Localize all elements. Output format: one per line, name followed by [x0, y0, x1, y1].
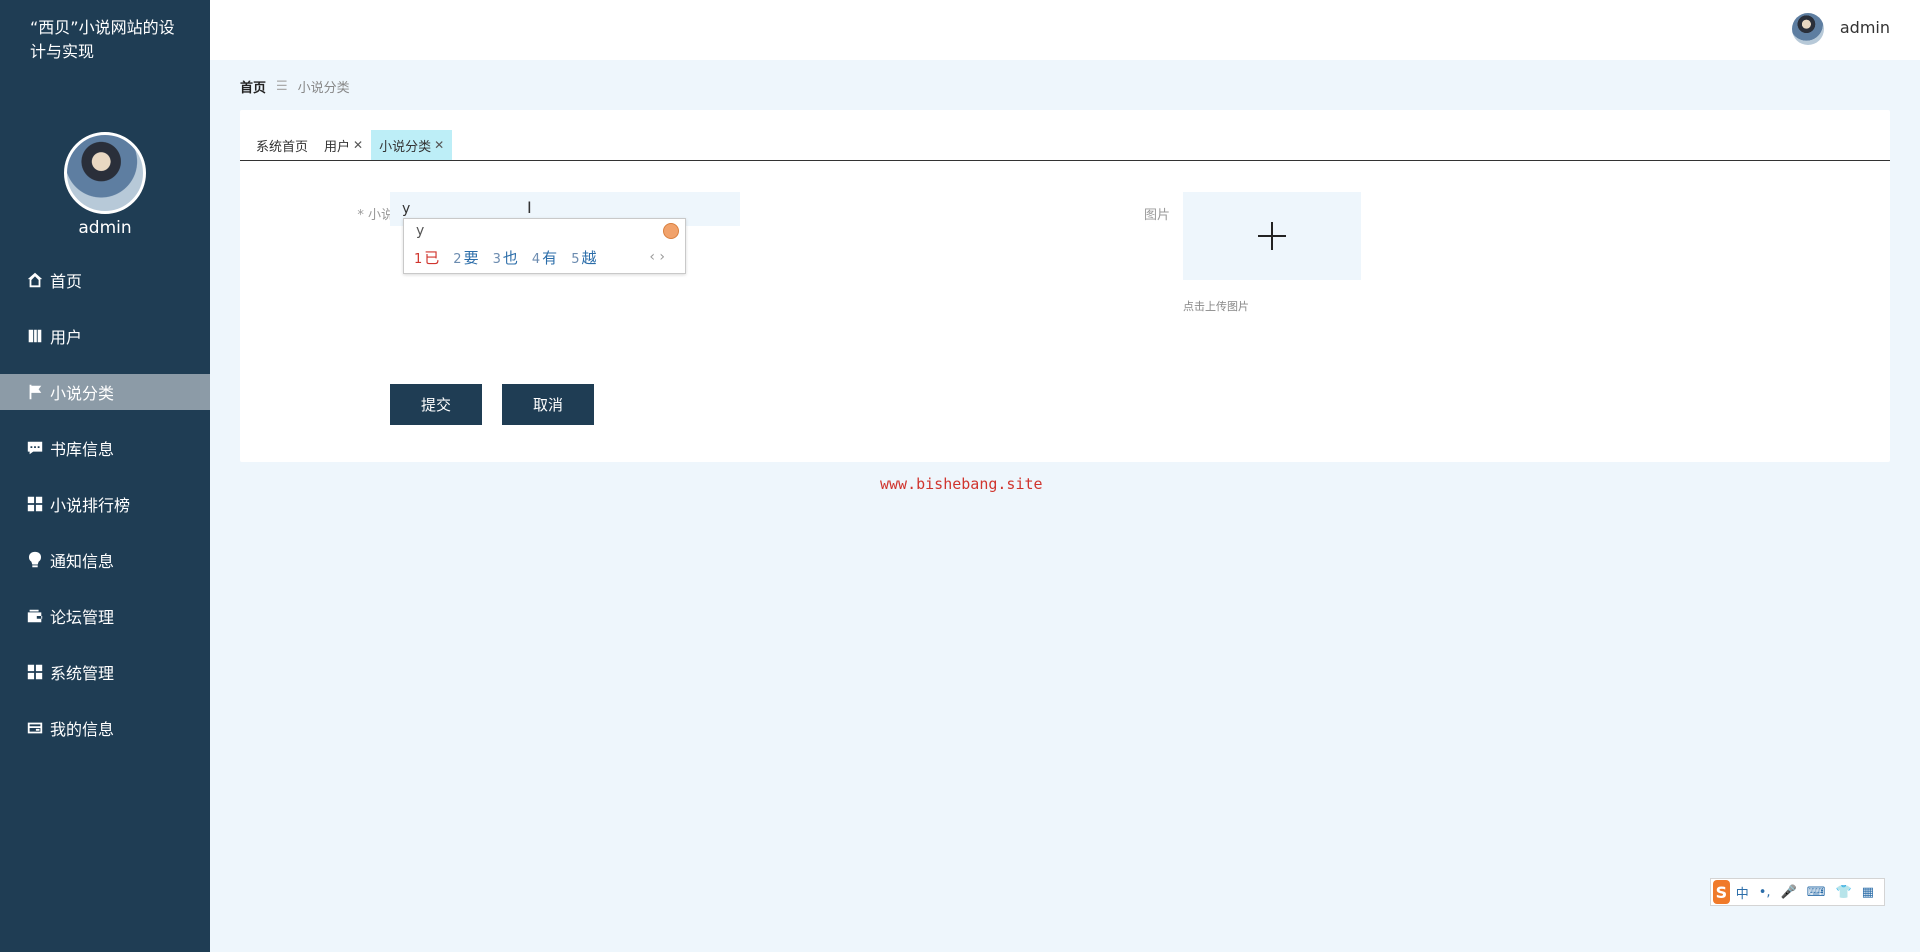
breadcrumb-current: 小说分类 — [297, 81, 350, 96]
chat-icon — [24, 437, 46, 459]
skin-icon[interactable]: 👕 — [1836, 885, 1852, 900]
header-username[interactable]: admin — [1840, 18, 1890, 37]
cancel-button[interactable]: 取消 — [502, 384, 594, 425]
sidebar-username: admin — [78, 218, 132, 238]
tab-bar: 系统首页 用户 ✕ 小说分类 ✕ — [240, 128, 1890, 161]
sidebar-item-label: 我的信息 — [50, 720, 115, 739]
ime-candidate[interactable]: 4有 — [532, 247, 557, 268]
sidebar-item-label: 论坛管理 — [50, 608, 115, 627]
image-upload-button[interactable] — [1183, 192, 1361, 280]
sidebar-item-profile[interactable]: 我的信息 — [0, 710, 210, 746]
sidebar-item-label: 小说分类 — [50, 384, 115, 403]
sidebar-avatar[interactable] — [64, 132, 146, 214]
microphone-icon[interactable]: 🎤 — [1781, 885, 1797, 900]
ime-candidate[interactable]: 5越 — [571, 247, 596, 268]
ime-candidates: 1已 2要 3也 4有 5越 — [414, 247, 610, 268]
app-title: “西贝”小说网站的设计与实现 — [30, 18, 175, 61]
breadcrumb-home[interactable]: 首页 — [240, 77, 266, 96]
sidebar-item-library[interactable]: 书库信息 — [0, 430, 210, 466]
grid-icon — [24, 661, 46, 683]
card-icon — [24, 717, 46, 739]
tab-users[interactable]: 用户 ✕ — [316, 130, 371, 160]
ime-page-nav[interactable]: ‹ › — [649, 249, 665, 265]
image-label: 图片 — [1143, 208, 1170, 223]
ime-pinyin: y — [416, 223, 425, 239]
wallet-icon — [24, 605, 46, 627]
ime-candidate[interactable]: 2要 — [453, 247, 478, 268]
avatar[interactable] — [1792, 13, 1824, 45]
close-icon[interactable]: ✕ — [434, 138, 444, 152]
breadcrumb-separator-icon: ☰ — [276, 79, 288, 94]
tab-label: 系统首页 — [256, 139, 309, 155]
sogou-logo-icon[interactable]: S — [1713, 880, 1730, 904]
grid-icon — [24, 493, 46, 515]
watermark-text: www.bishebang.site — [880, 475, 1043, 493]
flag-icon — [24, 381, 46, 403]
ime-toolbar[interactable]: S 中 •, 🎤 ⌨ 👕 ▦ — [1710, 878, 1885, 906]
top-header: admin — [210, 0, 1920, 60]
sidebar-item-users[interactable]: 用户 — [0, 318, 210, 354]
sidebar-item-label: 系统管理 — [50, 664, 115, 683]
keyboard-icon[interactable]: ⌨ — [1807, 885, 1826, 900]
sidebar: “西贝”小说网站的设计与实现 admin 首页 用户 小说分类 书库信息 小说排… — [0, 0, 210, 952]
sidebar-item-notices[interactable]: 通知信息 — [0, 542, 210, 578]
punctuation-icon[interactable]: •, — [1759, 885, 1771, 900]
ime-mode-toggle[interactable]: 中 — [1736, 883, 1749, 902]
book-icon — [24, 325, 46, 347]
upload-hint: 点击上传图片 — [1183, 300, 1249, 313]
tab-label: 小说分类 — [379, 139, 432, 155]
bulb-icon — [24, 549, 46, 571]
sidebar-item-home[interactable]: 首页 — [0, 262, 210, 298]
sidebar-item-label: 小说排行榜 — [50, 496, 131, 515]
ime-logo-icon — [663, 223, 679, 239]
sidebar-item-forum[interactable]: 论坛管理 — [0, 598, 210, 634]
tab-label: 用户 — [324, 139, 351, 155]
sidebar-item-label: 书库信息 — [50, 440, 115, 459]
sidebar-item-label: 用户 — [50, 328, 83, 347]
sidebar-item-label: 通知信息 — [50, 552, 115, 571]
breadcrumb: 首页 ☰ 小说分类 — [240, 77, 350, 96]
tab-system-home[interactable]: 系统首页 — [248, 130, 316, 160]
ime-candidate-popup: y 1已 2要 3也 4有 5越 ‹ › — [403, 218, 686, 274]
home-icon — [24, 269, 46, 291]
ime-candidate[interactable]: 1已 — [414, 247, 439, 268]
tab-novel-category[interactable]: 小说分类 ✕ — [371, 130, 453, 160]
sidebar-item-novel-category[interactable]: 小说分类 — [0, 374, 210, 410]
sidebar-item-ranking[interactable]: 小说排行榜 — [0, 486, 210, 522]
submit-button[interactable]: 提交 — [390, 384, 482, 425]
close-icon[interactable]: ✕ — [353, 138, 363, 152]
apps-icon[interactable]: ▦ — [1862, 885, 1874, 900]
sidebar-item-system[interactable]: 系统管理 — [0, 654, 210, 690]
plus-icon — [1258, 222, 1286, 250]
sidebar-menu: 首页 用户 小说分类 书库信息 小说排行榜 通知信息 论坛管理 系统管理 我的信… — [0, 262, 210, 766]
ime-candidate[interactable]: 3也 — [493, 247, 518, 268]
text-cursor-icon: I — [527, 198, 532, 217]
form-card: 系统首页 用户 ✕ 小说分类 ✕ * 小说分类 I y 1已 2要 3也 4有 … — [240, 110, 1890, 462]
sidebar-item-label: 首页 — [50, 272, 83, 291]
